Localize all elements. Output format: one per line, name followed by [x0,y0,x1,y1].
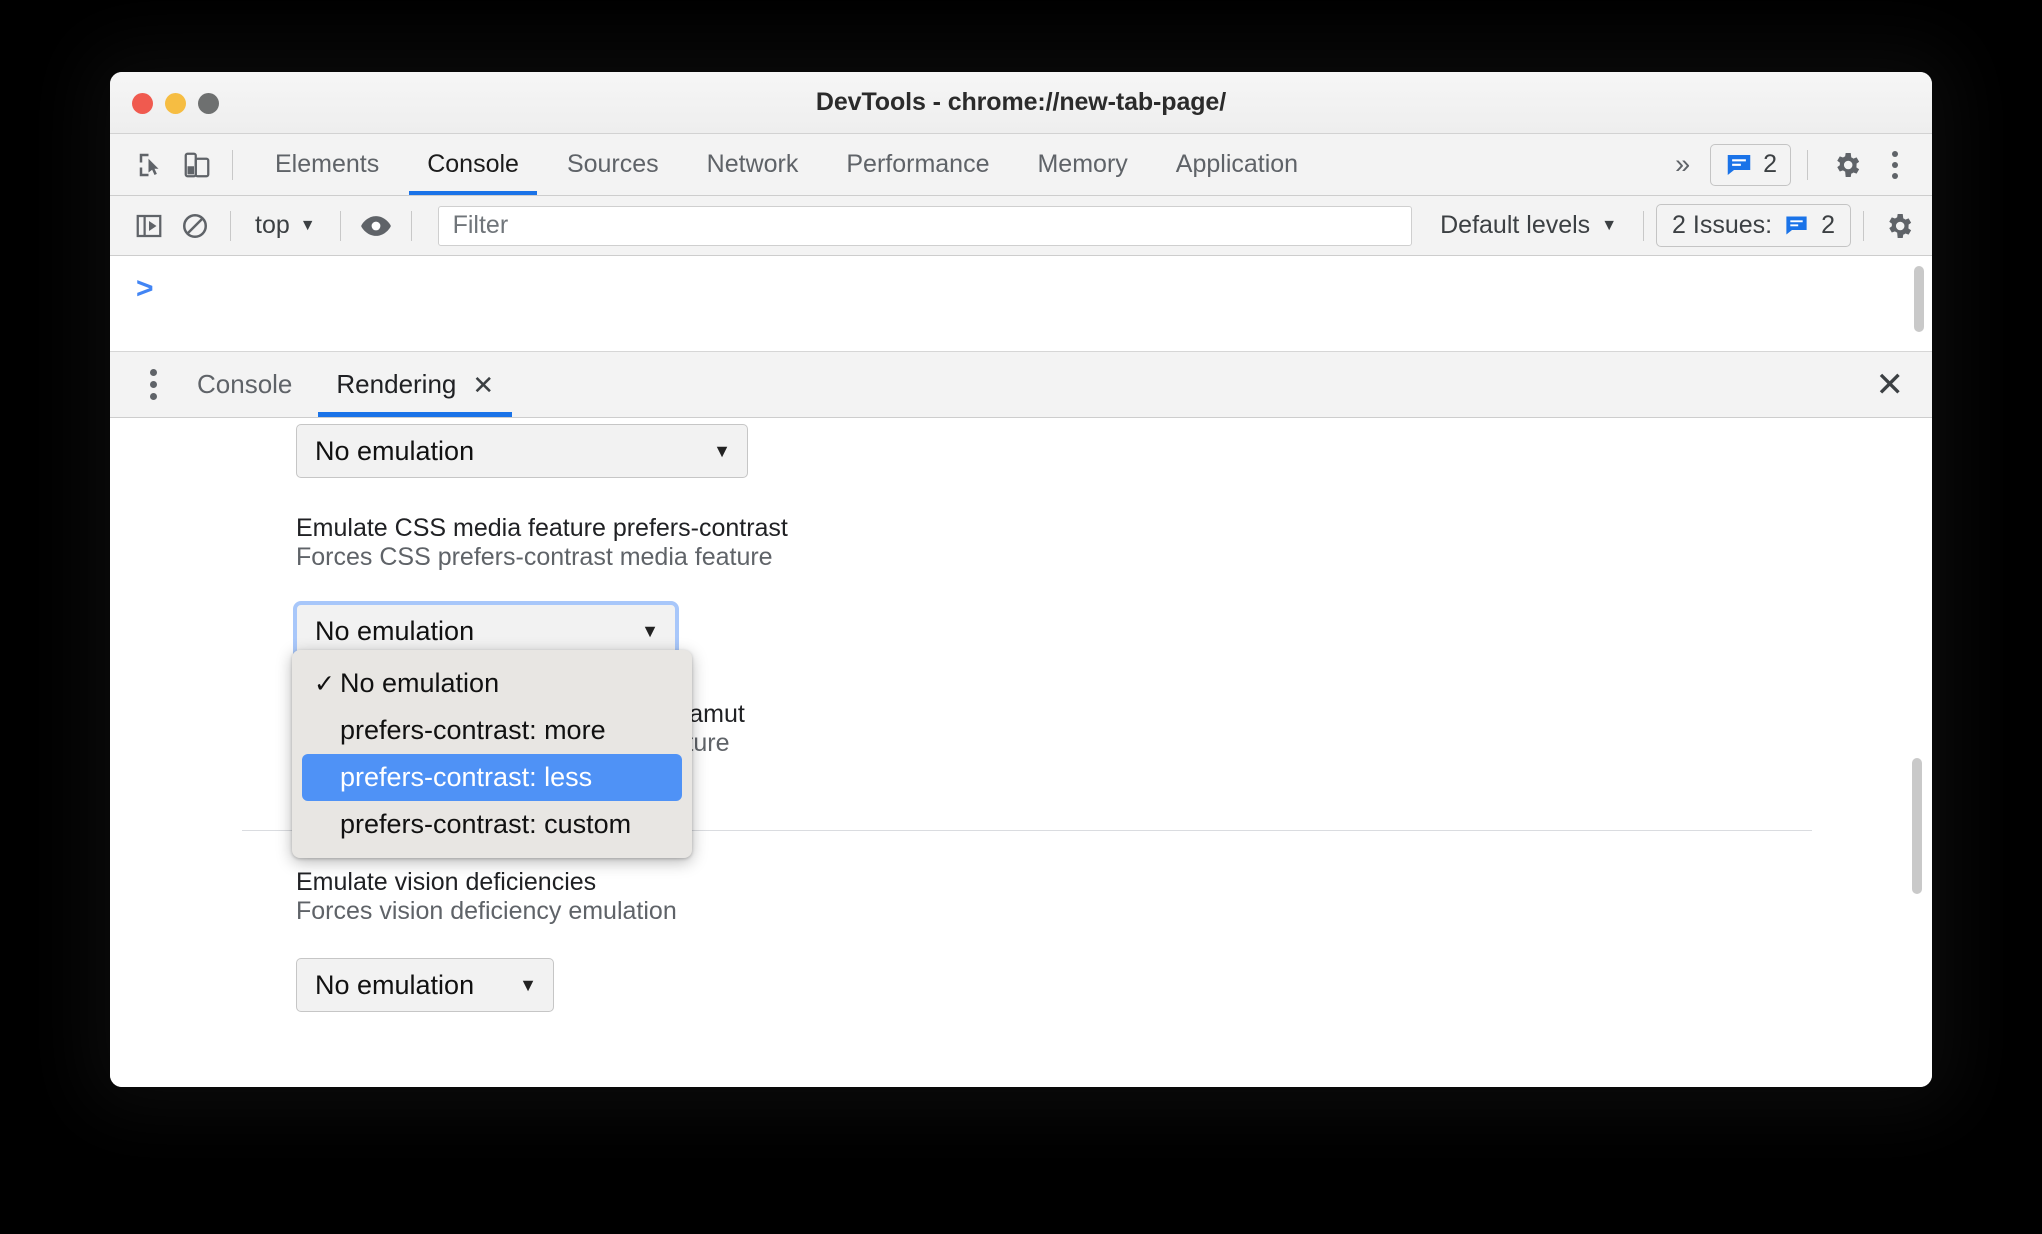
window-controls [132,93,219,114]
more-tabs-chevron-icon[interactable]: » [1659,149,1706,180]
drawer-tab-bar: Console Rendering ✕ ✕ [110,352,1932,418]
chevron-down-icon: ▼ [1601,216,1618,234]
console-prompt-icon: > [136,272,154,305]
rendering-section-prefers-contrast: Emulate CSS media feature prefers-contra… [296,514,996,658]
tab-console[interactable]: Console [403,134,543,195]
tab-memory[interactable]: Memory [1013,134,1151,195]
check-icon: ✓ [314,669,335,698]
tab-elements[interactable]: Elements [251,134,403,195]
message-bubble-icon [1786,216,1807,235]
chevron-down-icon: ▼ [299,216,316,234]
close-window-button[interactable] [132,93,153,114]
device-toolbar-icon[interactable] [174,142,220,188]
log-levels-label: Default levels [1440,211,1591,239]
dropdown-option-label: prefers-contrast: less [340,762,593,792]
prefers-contrast-dropdown-menu[interactable]: ✓ No emulation prefers-contrast: more pr… [292,650,692,858]
issues-badge-button[interactable]: 2 [1710,143,1791,186]
drawer-tab-console-label: Console [197,369,293,399]
drawer-menu-icon[interactable] [132,369,175,400]
prefers-contrast-select-value: No emulation [315,615,475,646]
tab-memory-label: Memory [1037,150,1128,178]
dropdown-option-label: No emulation [340,668,500,698]
prefers-contrast-subtitle: Forces CSS prefers-contrast media featur… [296,543,773,571]
message-bubble-icon [1727,154,1751,175]
issues-counter-button[interactable]: 2 Issues: 2 [1656,204,1851,247]
emulate-top-select[interactable]: No emulation ▼ [296,424,748,478]
tab-application[interactable]: Application [1152,134,1322,195]
log-levels-selector[interactable]: Default levels ▼ [1426,211,1631,240]
main-toolbar-right: » 2 [1659,142,1922,188]
window-title: DevTools - chrome://new-tab-page/ [815,88,1227,116]
issues-counter-label: 2 Issues: [1672,211,1773,239]
emulate-top-select-value: No emulation [315,435,475,466]
devtools-window: DevTools - chrome://new-tab-page/ Elemen… [110,72,1932,1087]
drawer-tab-rendering-label: Rendering [336,369,457,399]
tab-sources[interactable]: Sources [543,134,683,195]
tab-network[interactable]: Network [683,134,823,195]
rendering-section-vision-deficiencies: Emulate vision deficiencies Forces visio… [296,868,996,1012]
vision-deficiencies-select-value: No emulation [315,969,475,1000]
rendering-scrollbar[interactable] [1912,758,1922,894]
console-scrollbar[interactable] [1914,266,1924,332]
inspect-cursor-icon[interactable] [128,142,174,188]
toolbar-divider-right [1807,149,1808,180]
issues-badge-count: 2 [1763,150,1777,178]
console-output-area[interactable]: > [110,256,1932,352]
tab-console-label: Console [427,150,519,178]
execution-context-label: top [255,211,290,239]
console-divider-3 [410,210,412,241]
dropdown-option-label: prefers-contrast: custom [340,809,632,839]
tab-network-label: Network [706,150,799,178]
console-divider-1 [230,210,231,241]
console-divider-5 [1863,210,1864,241]
drawer-tab-rendering[interactable]: Rendering ✕ [314,352,516,417]
dropdown-option-prefers-contrast-more[interactable]: prefers-contrast: more [292,707,692,754]
dropdown-option-prefers-contrast-custom[interactable]: prefers-contrast: custom [292,801,692,848]
execution-context-selector[interactable]: top ▼ [243,211,328,240]
vision-deficiencies-subtitle: Forces vision deficiency emulation [296,897,677,925]
chevron-down-icon: ▼ [641,620,659,641]
close-icon[interactable]: ✕ [472,372,494,398]
vision-deficiencies-select[interactable]: No emulation ▼ [296,958,554,1012]
rendering-section-top: No emulation ▼ [296,424,748,478]
filter-input[interactable] [437,205,1413,246]
dropdown-option-no-emulation[interactable]: ✓ No emulation [292,660,692,707]
kebab-menu-icon[interactable] [1874,150,1916,179]
live-expression-icon[interactable] [353,203,399,249]
chevron-down-icon: ▼ [713,440,731,461]
tab-performance[interactable]: Performance [822,134,1013,195]
devtools-main-toolbar: Elements Console Sources Network Perform… [110,134,1932,196]
prefers-contrast-title: Emulate CSS media feature prefers-contra… [296,514,788,542]
rendering-panel: No emulation ▼ Emulate CSS media feature… [110,418,1932,1087]
tab-performance-label: Performance [846,150,990,178]
console-sidebar-icon[interactable] [126,203,172,249]
vision-deficiencies-title: Emulate vision deficiencies [296,868,597,896]
console-divider-2 [339,210,341,241]
gear-icon[interactable] [1876,203,1922,249]
dropdown-option-prefers-contrast-less[interactable]: prefers-contrast: less [302,754,682,801]
console-divider-4 [1643,210,1645,241]
minimize-window-button[interactable] [165,93,186,114]
tab-elements-label: Elements [275,150,380,178]
close-drawer-icon[interactable]: ✕ [1866,368,1915,402]
chevron-down-icon: ▼ [519,974,537,995]
zoom-window-button[interactable] [198,93,219,114]
tab-application-label: Application [1175,150,1299,178]
issues-counter-count: 2 [1821,211,1835,239]
main-tab-list: Elements Console Sources Network Perform… [251,134,1322,195]
clear-console-icon[interactable] [172,203,218,249]
tab-sources-label: Sources [566,150,659,178]
toolbar-divider [232,149,233,180]
console-toolbar: top ▼ Default levels ▼ 2 Issues: 2 [110,196,1932,256]
window-titlebar: DevTools - chrome://new-tab-page/ [110,72,1932,134]
gear-icon[interactable] [1824,142,1870,188]
drawer-tab-console[interactable]: Console [175,352,314,417]
dropdown-option-label: prefers-contrast: more [340,715,606,745]
